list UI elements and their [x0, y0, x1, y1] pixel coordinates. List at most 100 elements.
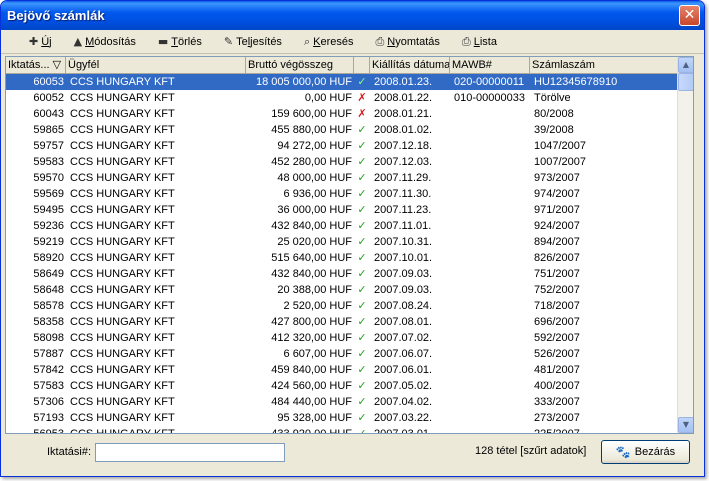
new-button[interactable]: ✚ Új [29, 35, 52, 48]
table-row[interactable]: 59236 CCS HUNGARY KFT 432 840,00 HUF ✓ 2007.… [6, 218, 693, 234]
table-row[interactable]: 60052 CCS HUNGARY KFT 0,00 HUF ✗ 2008.01.22.… [6, 90, 693, 106]
check-icon: ✓ [357, 411, 367, 424]
table-row[interactable]: 57842 CCS HUNGARY KFT 459 840,00 HUF ✓ 2007.… [6, 362, 693, 378]
col-brutto-header[interactable]: Bruttó végösszeg [246, 57, 354, 73]
col-brutto-cell: 2 520,00 HUF [283, 300, 352, 312]
col-ugyfel-cell: CCS HUNGARY KFT [70, 396, 175, 408]
col-iktatas-cell: 57887 [33, 348, 64, 360]
complete-button[interactable]: ✎ Teljesítés [224, 35, 282, 48]
col-kiallitas-cell: 2007.11.23. [374, 204, 432, 216]
col-iktatas-header[interactable]: Iktatás... ▽ [6, 57, 66, 73]
col-iktatas-cell: 58649 [33, 268, 64, 280]
col-ugyfel-cell: CCS HUNGARY KFT [70, 220, 175, 232]
vertical-scrollbar[interactable]: ▲ ▼ [677, 57, 693, 433]
title-bar[interactable]: Bejövő számlák ✕ [1, 1, 704, 30]
table-row[interactable]: 59757 CCS HUNGARY KFT 94 272,00 HUF ✓ 2007.1… [6, 138, 693, 154]
modify-button[interactable]: ▲ Módosítás [74, 35, 136, 48]
check-icon: ✓ [357, 187, 367, 200]
cross-icon: ✗ [357, 91, 367, 104]
iktatas-input[interactable] [95, 442, 286, 462]
table-row[interactable]: 60043 CCS HUNGARY KFT 159 600,00 HUF ✗ 2008.… [6, 106, 693, 122]
table-row[interactable]: 59570 CCS HUNGARY KFT 48 000,00 HUF ✓ 2007.1… [6, 170, 693, 186]
col-mawb-cell [450, 250, 530, 266]
add-icon: ✚ [29, 35, 39, 48]
col-ugyfel-header[interactable]: Ügyfél [66, 57, 246, 73]
table-row[interactable]: 59495 CCS HUNGARY KFT 36 000,00 HUF ✓ 2007.1… [6, 202, 693, 218]
close-button[interactable]: 🐾 Bezárás [601, 440, 690, 464]
col-kiallitas-header[interactable]: Kiállítás dátuma [370, 57, 450, 73]
table-row[interactable]: 57583 CCS HUNGARY KFT 424 560,00 HUF ✓ 2007.… [6, 378, 693, 394]
col-kiallitas-cell: 2007.11.29. [374, 172, 432, 184]
col-ugyfel-cell: CCS HUNGARY KFT [70, 364, 175, 376]
col-iktatas-cell: 58920 [33, 252, 64, 264]
check-icon: ✓ [357, 283, 367, 296]
col-brutto-cell: 48 000,00 HUF [277, 172, 352, 184]
col-szamlaszam-cell: 974/2007 [534, 188, 580, 200]
delete-icon: ▬ [157, 35, 169, 48]
col-kiallitas-cell: 2007.08.24. [374, 300, 433, 312]
col-mawb-cell [450, 138, 530, 154]
table-row[interactable]: 57887 CCS HUNGARY KFT 6 607,00 HUF ✓ 2007.06… [6, 346, 693, 362]
table-row[interactable]: 56953 CCS HUNGARY KFT 433 920,00 HUF ✓ 2007.… [6, 426, 693, 434]
table-row[interactable]: 58649 CCS HUNGARY KFT 432 840,00 HUF ✓ 2007.… [6, 266, 693, 282]
col-ugyfel-cell: CCS HUNGARY KFT [70, 156, 175, 168]
col-iktatas-cell: 59865 [33, 124, 64, 136]
col-kiallitas-cell: 2007.11.01. [374, 220, 432, 232]
col-iktatas-cell: 59219 [33, 236, 64, 248]
table-row[interactable]: 58920 CCS HUNGARY KFT 515 640,00 HUF ✓ 2007.… [6, 250, 693, 266]
table-row[interactable]: 58648 CCS HUNGARY KFT 20 388,00 HUF ✓ 2007.0… [6, 282, 693, 298]
col-kiallitas-cell: 2007.03.01. [374, 428, 433, 434]
table-row[interactable]: 59865 CCS HUNGARY KFT 455 880,00 HUF ✓ 2008.… [6, 122, 693, 138]
col-kiallitas-cell: 2007.05.02. [374, 380, 433, 392]
delete-button[interactable]: ▬ Törlés [158, 35, 202, 48]
new-button-label: Új [41, 35, 52, 48]
col-ugyfel-cell: CCS HUNGARY KFT [70, 412, 175, 424]
window-close-button[interactable]: ✕ [679, 5, 700, 26]
table-row[interactable]: 57306 CCS HUNGARY KFT 484 440,00 HUF ✓ 2007.… [6, 394, 693, 410]
col-kiallitas-cell: 2007.08.01. [374, 316, 433, 328]
modify-button-label: Módosítás [85, 35, 136, 48]
col-mawb-cell [450, 266, 530, 282]
col-mawb-cell [450, 186, 530, 202]
col-szamlaszam-cell: 481/2007 [534, 364, 580, 376]
print-icon: ⎙ [375, 34, 385, 48]
col-brutto-cell: 94 272,00 HUF [277, 140, 352, 152]
iktatas-label: Iktatási#: [47, 446, 92, 458]
table-row[interactable]: 58578 CCS HUNGARY KFT 2 520,00 HUF ✓ 2007.08… [6, 298, 693, 314]
check-icon: ✓ [357, 363, 367, 376]
col-kiallitas-cell: 2007.12.18. [374, 140, 433, 152]
table-row[interactable]: 59219 CCS HUNGARY KFT 25 020,00 HUF ✓ 2007.1… [6, 234, 693, 250]
scroll-thumb[interactable] [678, 73, 693, 91]
table-row[interactable]: 59569 CCS HUNGARY KFT 6 936,00 HUF ✓ 2007.11… [6, 186, 693, 202]
col-brutto-cell: 0,00 HUF [304, 92, 352, 104]
col-status-header[interactable] [354, 57, 370, 73]
col-szamlaszam-header[interactable]: Számlaszám [530, 57, 678, 73]
scroll-down-button[interactable]: ▼ [678, 417, 693, 433]
col-kiallitas-cell: 2007.10.01. [374, 252, 433, 264]
table-row[interactable]: 58358 CCS HUNGARY KFT 427 800,00 HUF ✓ 2007.… [6, 314, 693, 330]
col-szamlaszam-cell: HU12345678910 [534, 76, 618, 88]
col-kiallitas-cell: 2007.03.22. [374, 412, 433, 424]
col-szamlaszam-cell: 752/2007 [534, 284, 580, 296]
search-button[interactable]: ⌕ Keresés [304, 35, 354, 49]
table-row[interactable]: 60053 CCS HUNGARY KFT 18 005 000,00 HUF ✓ 20… [6, 74, 693, 90]
scroll-up-button[interactable]: ▲ [678, 57, 693, 73]
table-row[interactable]: 57193 CCS HUNGARY KFT 95 328,00 HUF ✓ 2007.0… [6, 410, 693, 426]
table-row[interactable]: 59583 CCS HUNGARY KFT 452 280,00 HUF ✓ 2007.… [6, 154, 693, 170]
col-mawb-cell [450, 410, 530, 426]
col-szamlaszam-cell: 894/2007 [534, 236, 580, 248]
table-row[interactable]: 58098 CCS HUNGARY KFT 412 320,00 HUF ✓ 2007.… [6, 330, 693, 346]
check-icon: ✓ [357, 427, 367, 434]
col-szamlaszam-cell: 973/2007 [534, 172, 580, 184]
list-button[interactable]: ⎙ Lista [462, 35, 497, 49]
check-icon: ✓ [357, 235, 367, 248]
col-szamlaszam-cell: 80/2008 [534, 108, 574, 120]
col-ugyfel-cell: CCS HUNGARY KFT [70, 204, 175, 216]
col-ugyfel-cell: CCS HUNGARY KFT [70, 76, 175, 88]
col-mawb-cell [450, 346, 530, 362]
edit-icon: ▲ [73, 35, 83, 48]
print-button[interactable]: ⎙ Nyomtatás [375, 35, 439, 49]
col-iktatas-cell: 59236 [33, 220, 64, 232]
col-mawb-header[interactable]: MAWB# [450, 57, 530, 73]
search-button-label: Keresés [313, 35, 354, 48]
